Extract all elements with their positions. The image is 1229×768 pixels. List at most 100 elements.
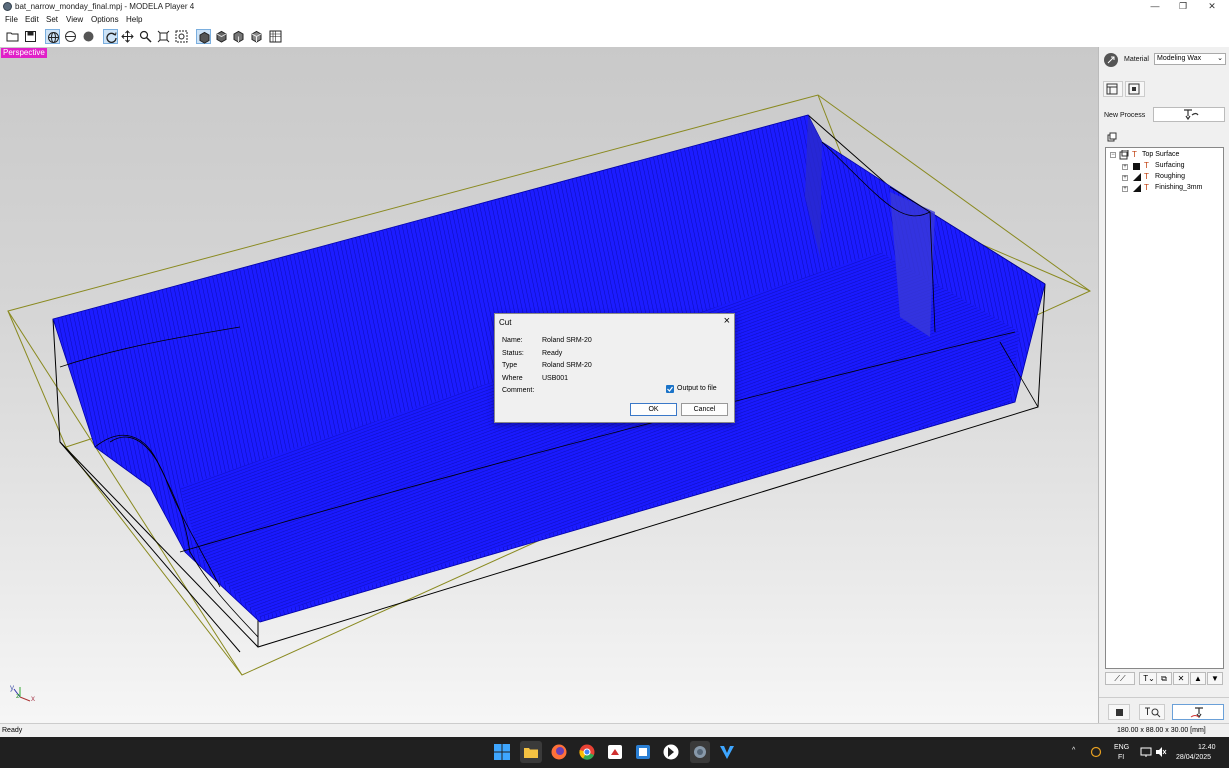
delete-icon[interactable]: ✕ xyxy=(1173,672,1189,685)
tree-collapse-icon[interactable]: − xyxy=(1110,152,1116,158)
taskbar: ^ ENG FI 12.40 28/04/2025 xyxy=(0,737,1229,768)
process-panel: Material Modeling Wax ⌄ New Process − T … xyxy=(1098,47,1229,723)
menu-file[interactable]: File xyxy=(5,15,18,24)
status-label: Status: xyxy=(502,350,524,357)
open-folder-icon[interactable] xyxy=(5,29,20,44)
status-value: Ready xyxy=(542,350,563,357)
new-process-label: New Process xyxy=(1104,112,1146,119)
solid-sphere-icon[interactable] xyxy=(81,29,96,44)
menu-bar: File Edit Set View Options Help xyxy=(0,14,1229,27)
where-value: USB001 xyxy=(542,375,569,382)
tree-expand-icon[interactable]: + xyxy=(1122,186,1128,192)
material-label: Material xyxy=(1124,56,1149,63)
zoom-icon[interactable] xyxy=(138,29,153,44)
new-process-button[interactable] xyxy=(1153,107,1225,122)
file-explorer-icon[interactable] xyxy=(520,741,542,763)
grid-layout-icon[interactable] xyxy=(268,29,283,44)
vpn-app-icon[interactable] xyxy=(718,743,736,761)
save-icon[interactable] xyxy=(23,29,38,44)
sync-icon[interactable] xyxy=(1090,746,1102,758)
pan-icon[interactable] xyxy=(120,29,135,44)
app-icon xyxy=(3,2,12,11)
view-cube-iso-icon[interactable] xyxy=(249,29,264,44)
menu-options[interactable]: Options xyxy=(91,15,119,24)
type-value: Roland SRM-20 xyxy=(542,362,592,369)
axis-label-z: z xyxy=(16,693,20,700)
dialog-title: Cut xyxy=(499,318,512,327)
roughing-icon xyxy=(1133,173,1141,183)
process-tree[interactable]: − T Top Surface + T Surfacing + T Roughi… xyxy=(1105,147,1224,669)
blue-app-icon[interactable] xyxy=(634,743,652,761)
preview-search-icon[interactable] xyxy=(1139,704,1165,720)
volume-muted-icon[interactable] xyxy=(1155,746,1167,758)
window-title: bat_narrow_monday_final.mpj - MODELA Pla… xyxy=(15,2,195,11)
network-icon[interactable] xyxy=(1140,746,1152,758)
fit-view-icon[interactable] xyxy=(156,29,171,44)
preview-cut-icon[interactable]: ⟋⟋ xyxy=(1105,672,1135,685)
model-dimensions: 180.00 x 88.00 x 30.00 [mm] xyxy=(1117,727,1206,734)
move-up-icon[interactable]: ▲ xyxy=(1190,672,1206,685)
status-bar: Ready 180.00 x 88.00 x 30.00 [mm] xyxy=(0,723,1229,737)
rotate-icon[interactable] xyxy=(103,29,118,44)
axis-label-x: x xyxy=(31,694,35,703)
view-cube-side-icon[interactable] xyxy=(231,29,246,44)
output-to-file-checkbox[interactable] xyxy=(666,385,674,393)
tree-expand-icon[interactable]: + xyxy=(1122,175,1128,181)
tray-chevron-icon[interactable]: ^ xyxy=(1072,747,1075,754)
material-icon xyxy=(1104,53,1118,67)
maximize-button[interactable]: ❐ xyxy=(1168,0,1198,14)
tree-item-roughing[interactable]: Roughing xyxy=(1155,173,1185,180)
clock-time[interactable]: 12.40 xyxy=(1198,744,1216,751)
firefox-icon[interactable] xyxy=(550,743,568,761)
windows-start-icon[interactable] xyxy=(493,743,511,761)
view-cube-front-icon[interactable] xyxy=(196,29,211,44)
chevron-down-icon: ⌄ xyxy=(1217,55,1223,62)
globe-view-icon[interactable] xyxy=(45,29,60,44)
tree-item-top-surface[interactable]: Top Surface xyxy=(1142,151,1179,158)
tree-item-surfacing[interactable]: Surfacing xyxy=(1155,162,1185,169)
material-select[interactable]: Modeling Wax ⌄ xyxy=(1154,53,1226,65)
language-indicator[interactable]: ENG xyxy=(1114,744,1129,751)
menu-set[interactable]: Set xyxy=(46,15,58,24)
material-value: Modeling Wax xyxy=(1157,55,1202,62)
name-value: Roland SRM-20 xyxy=(542,337,592,344)
paint-icon[interactable] xyxy=(606,743,624,761)
move-down-icon[interactable]: ▼ xyxy=(1207,672,1223,685)
where-label: Where xyxy=(502,375,523,382)
tree-item-finishing[interactable]: Finishing_3mm xyxy=(1155,184,1202,191)
wireframe-sphere-icon[interactable] xyxy=(63,29,78,44)
dialog-close-icon[interactable]: × xyxy=(724,315,730,327)
cut-button[interactable] xyxy=(1172,704,1224,720)
menu-view[interactable]: View xyxy=(66,15,83,24)
cancel-button[interactable]: Cancel xyxy=(681,403,728,416)
tool-icon: T xyxy=(1144,161,1149,170)
region-indicator[interactable]: FI xyxy=(1118,754,1124,761)
tree-expand-icon[interactable]: + xyxy=(1122,164,1128,170)
output-to-file-label[interactable]: Output to file xyxy=(677,385,717,392)
toolbar xyxy=(0,27,1229,48)
tool-icon: T xyxy=(1132,150,1137,159)
inkscape-icon[interactable] xyxy=(662,743,680,761)
name-label: Name: xyxy=(502,337,523,344)
duplicate-icon[interactable]: ⧉ xyxy=(1156,672,1172,685)
status-text: Ready xyxy=(2,727,23,734)
modela-player-icon[interactable] xyxy=(690,741,710,763)
surfacing-icon xyxy=(1133,163,1140,170)
menu-edit[interactable]: Edit xyxy=(25,15,39,24)
axis-label-y: y xyxy=(10,683,14,692)
layout-icon[interactable] xyxy=(1103,81,1123,97)
ok-button[interactable]: OK xyxy=(630,403,677,416)
view-cube-top-icon[interactable] xyxy=(214,29,229,44)
chrome-icon[interactable] xyxy=(578,743,596,761)
zoom-box-icon[interactable] xyxy=(174,29,189,44)
menu-help[interactable]: Help xyxy=(126,15,142,24)
cut-dialog: Cut × Name: Roland SRM-20 Status: Ready … xyxy=(494,313,735,423)
copy-tree-icon[interactable] xyxy=(1107,132,1117,142)
clock-date[interactable]: 28/04/2025 xyxy=(1176,754,1211,761)
model-icon[interactable] xyxy=(1125,81,1145,97)
close-button[interactable]: ✕ xyxy=(1197,0,1227,14)
tool-icon: T xyxy=(1144,172,1149,181)
tool-icon: T xyxy=(1144,183,1149,192)
stop-icon[interactable] xyxy=(1108,704,1130,720)
minimize-button[interactable]: — xyxy=(1140,0,1170,14)
